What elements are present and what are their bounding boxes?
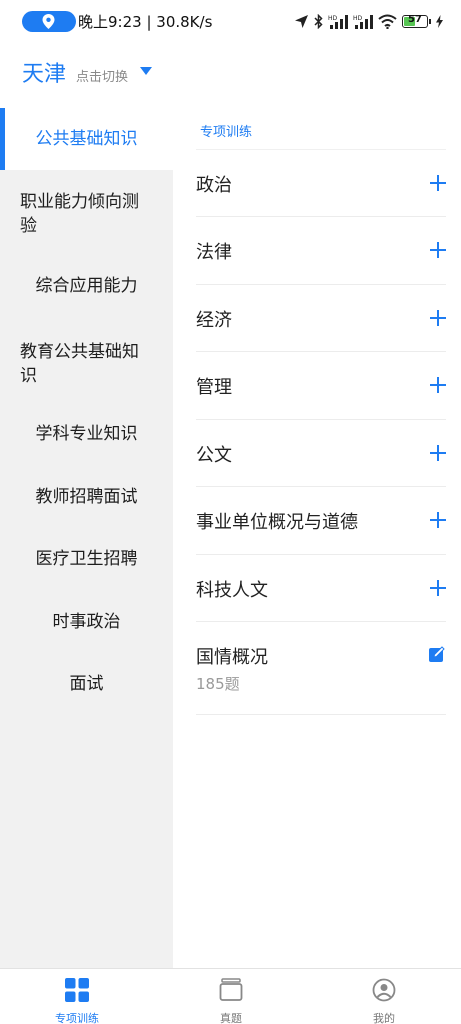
city-switch-hint[interactable]: 点击切换 <box>76 66 128 85</box>
nav-tab-past-papers[interactable]: 真题 <box>171 969 291 1024</box>
battery-level: 57 <box>408 13 422 25</box>
nav-tab-mine[interactable]: 我的 <box>324 969 444 1024</box>
sidebar-item-label: 教师招聘面试 <box>35 487 138 507</box>
topic-row-law[interactable]: 法律 <box>196 217 446 285</box>
location-pill[interactable] <box>22 11 76 32</box>
edit-icon[interactable] <box>429 646 446 663</box>
topic-label: 经济 <box>196 310 232 331</box>
sidebar-item-subject-knowledge[interactable]: 学科专业知识 <box>0 419 173 449</box>
sidebar-item-label: 职业能力倾向测验 <box>20 192 139 236</box>
nav-tab-special-training[interactable]: 专项训练 <box>17 969 137 1024</box>
sidebar-item-medical-recruit[interactable]: 医疗卫生招聘 <box>0 544 173 574</box>
sidebar-item-current-affairs[interactable]: 时事政治 <box>0 607 173 637</box>
bottom-nav: 专项训练 真题 我的 <box>0 968 461 1024</box>
topic-label: 政治 <box>196 175 232 196</box>
stack-icon <box>219 978 243 1001</box>
sidebar-item-interview[interactable]: 面试 <box>0 669 173 699</box>
grid-icon <box>65 978 89 1002</box>
topic-label: 科技人文 <box>196 580 268 601</box>
sidebar-item-teacher-interview[interactable]: 教师招聘面试 <box>0 482 173 512</box>
question-count: 185题 <box>196 675 240 693</box>
topic-row-management[interactable]: 管理 <box>196 352 446 420</box>
battery-icon: 57 <box>402 13 428 28</box>
caret-down-icon[interactable] <box>140 67 152 75</box>
status-bar: 晚上9:23 | 30.8K/s HD HD 57 <box>0 0 461 42</box>
plus-icon[interactable] <box>430 512 446 528</box>
topic-label: 事业单位概况与道德 <box>196 512 358 533</box>
bluetooth-icon <box>314 13 323 29</box>
location-pin-icon <box>42 14 55 29</box>
profile-icon <box>372 978 396 1002</box>
nav-label: 专项训练 <box>55 1012 99 1024</box>
sidebar-item-public-basics[interactable]: 公共基础知识 <box>0 108 173 170</box>
category-sidebar: 公共基础知识 职业能力倾向测验 综合应用能力 教育公共基础知识 学科专业知识 教… <box>0 108 173 968</box>
active-indicator <box>0 108 5 170</box>
wifi-icon <box>378 14 397 29</box>
sidebar-item-label: 面试 <box>69 674 104 694</box>
topic-row-sci-humanities[interactable]: 科技人文 <box>196 555 446 622</box>
sidebar-item-label: 综合应用能力 <box>35 276 138 296</box>
signal-icon: HD <box>328 14 348 29</box>
topic-row-national-conditions[interactable]: 国情概况 185题 <box>196 622 446 715</box>
battery-cap <box>429 18 431 24</box>
sidebar-item-label: 时事政治 <box>52 612 121 632</box>
sidebar-item-education-basics[interactable]: 教育公共基础知识 <box>0 336 173 392</box>
sidebar-item-comprehensive[interactable]: 综合应用能力 <box>0 271 173 301</box>
section-title: 专项训练 <box>200 125 253 140</box>
plus-icon[interactable] <box>430 580 446 596</box>
city-selector[interactable]: 天津 点击切换 <box>22 56 128 88</box>
status-icons: HD HD 57 <box>294 12 443 30</box>
sidebar-item-aptitude-test[interactable]: 职业能力倾向测验 <box>0 186 173 242</box>
sidebar-item-label: 公共基础知识 <box>35 129 138 149</box>
sidebar-item-label: 学科专业知识 <box>35 424 138 444</box>
charging-bolt-icon <box>436 14 443 28</box>
plus-icon[interactable] <box>430 445 446 461</box>
topic-label: 国情概况 <box>196 647 268 668</box>
topic-row-official-docs[interactable]: 公文 <box>196 420 446 487</box>
nav-label: 真题 <box>220 1012 242 1024</box>
sidebar-item-label: 教育公共基础知识 <box>20 342 139 386</box>
svg-text:HD: HD <box>353 15 363 22</box>
sidebar-item-label: 医疗卫生招聘 <box>35 549 138 569</box>
topic-label: 公文 <box>196 445 232 466</box>
topic-row-institution-ethics[interactable]: 事业单位概况与道德 <box>196 487 446 555</box>
signal-icon-2: HD <box>353 14 373 29</box>
svg-text:HD: HD <box>328 15 338 22</box>
nav-label: 我的 <box>373 1012 395 1024</box>
plus-icon[interactable] <box>430 175 446 191</box>
topic-label: 法律 <box>196 242 232 263</box>
status-time-speed: 晚上9:23 | 30.8K/s <box>78 13 213 31</box>
plus-icon[interactable] <box>430 242 446 258</box>
topic-label: 管理 <box>196 377 232 398</box>
navigation-arrow-icon <box>295 14 308 28</box>
city-name[interactable]: 天津 <box>22 56 66 88</box>
plus-icon[interactable] <box>430 377 446 393</box>
topic-row-economy[interactable]: 经济 <box>196 285 446 352</box>
topic-row-politics[interactable]: 政治 <box>196 150 446 217</box>
plus-icon[interactable] <box>430 310 446 326</box>
